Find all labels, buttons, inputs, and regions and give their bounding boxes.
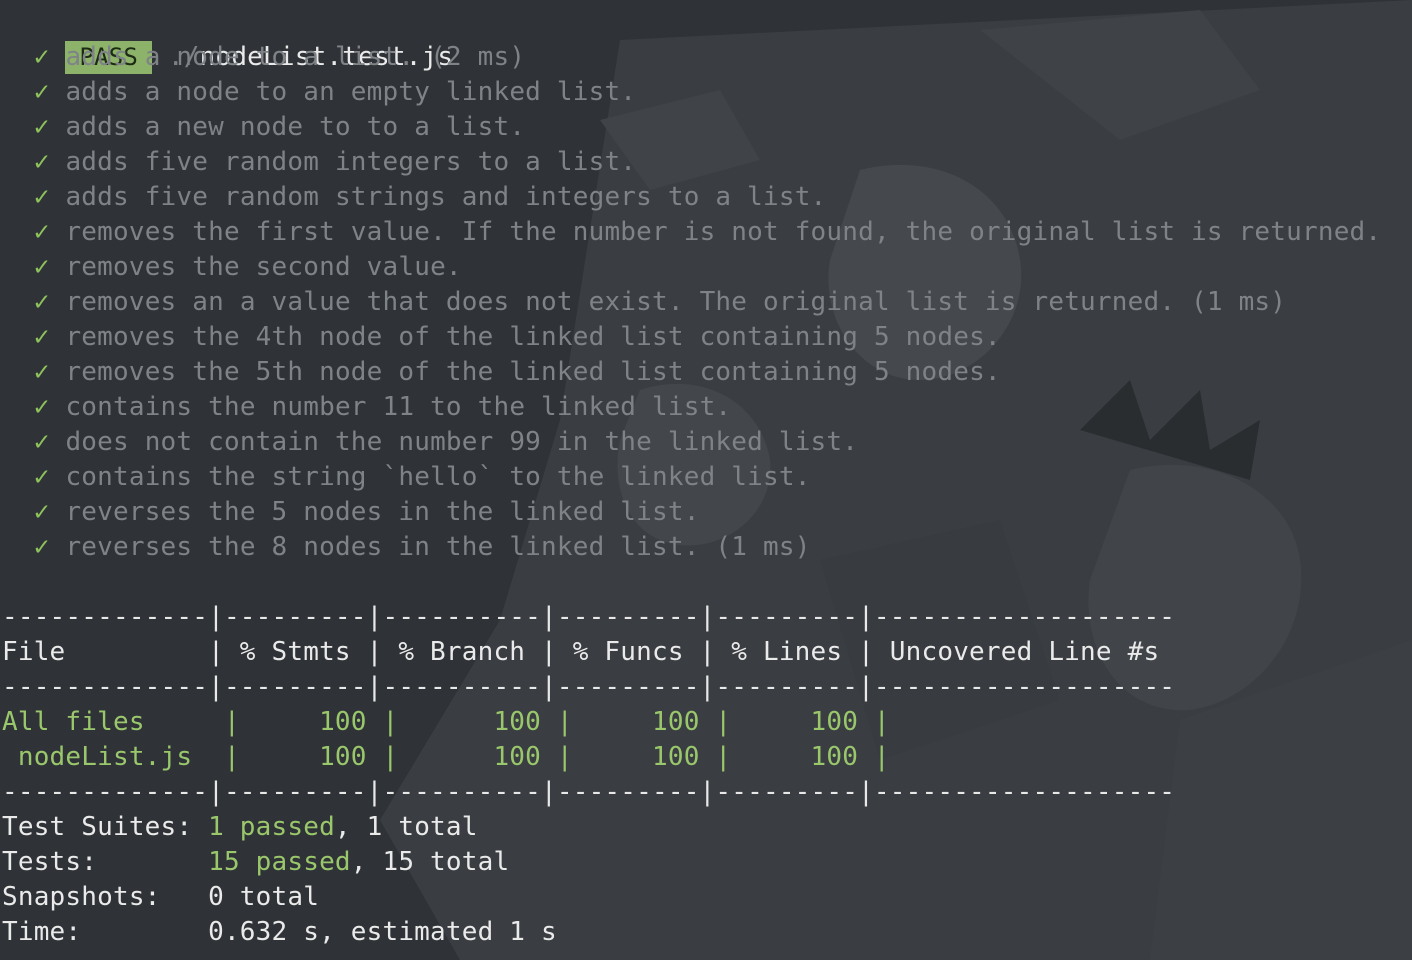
coverage-values: | 100 | 100 | 100 | 100 | (208, 707, 1191, 737)
test-name: contains the number 11 to the linked lis… (65, 392, 732, 422)
summary-tests: Tests: 15 passed, 15 total (2, 845, 509, 880)
test-result-row: ✓ adds a node to a list. (2 ms) (2, 40, 525, 75)
check-icon: ✓ (33, 287, 50, 317)
test-name: reverses the 8 nodes in the linked list.… (65, 532, 811, 562)
check-icon: ✓ (33, 532, 50, 562)
summary-time: Time: 0.632 s, estimated 1 s (2, 915, 557, 950)
test-result-row: ✓ adds five random integers to a list. (2, 145, 636, 180)
test-name: adds a new node to to a list. (65, 112, 526, 142)
summary-value: 0.632 s, estimated 1 s (208, 917, 557, 947)
summary-label: Time: (2, 917, 209, 947)
coverage-row-nodelist: nodeList.js | 100 | 100 | 100 | 100 | (2, 740, 1191, 775)
test-name: reverses the 5 nodes in the linked list. (65, 497, 700, 527)
test-name: removes the 5th node of the linked list … (65, 357, 1001, 387)
check-icon: ✓ (33, 182, 50, 212)
test-name: adds a node to a list. (2 ms) (65, 42, 526, 72)
test-result-row: ✓ adds five random strings and integers … (2, 180, 826, 215)
summary-total: , 1 total (334, 812, 478, 842)
test-file-header: PASS ./nodeList.test.js (2, 5, 453, 74)
coverage-separator: -------------|---------|----------|-----… (2, 672, 1176, 702)
test-result-row: ✓ removes the second value. (2, 250, 462, 285)
summary-label: Test Suites: (2, 812, 209, 842)
check-icon: ✓ (33, 392, 50, 422)
summary-passed: 15 passed (208, 847, 351, 877)
check-icon: ✓ (33, 217, 50, 247)
test-name: adds five random strings and integers to… (65, 182, 827, 212)
test-result-row: ✓ adds a new node to to a list. (2, 110, 525, 145)
summary-total: , 15 total (350, 847, 510, 877)
check-icon: ✓ (33, 497, 50, 527)
coverage-separator: -------------|---------|----------|-----… (2, 602, 1176, 632)
test-name: removes an a value that does not exist. … (65, 287, 1287, 317)
test-result-row: ✓ does not contain the number 99 in the … (2, 425, 858, 460)
check-icon: ✓ (33, 427, 50, 457)
test-name: contains the string `hello` to the linke… (65, 462, 811, 492)
check-icon: ✓ (33, 147, 50, 177)
summary-test-suites: Test Suites: 1 passed, 1 total (2, 810, 478, 845)
test-result-row: ✓ removes the 4th node of the linked lis… (2, 320, 1001, 355)
test-name: adds five random integers to a list. (65, 147, 637, 177)
summary-snapshots: Snapshots: 0 total (2, 880, 319, 915)
test-result-row: ✓ reverses the 5 nodes in the linked lis… (2, 495, 700, 530)
coverage-values: | 100 | 100 | 100 | 100 | (208, 742, 1191, 772)
coverage-separator: -------------|---------|----------|-----… (2, 777, 1176, 807)
test-result-row: ✓ adds a node to an empty linked list. (2, 75, 636, 110)
summary-label: Snapshots: (2, 882, 209, 912)
coverage-header-row: File | % Stmts | % Branch | % Funcs | % … (2, 637, 1176, 667)
summary-passed: 1 passed (208, 812, 335, 842)
test-name: removes the second value. (65, 252, 462, 282)
check-icon: ✓ (33, 357, 50, 387)
check-icon: ✓ (33, 252, 50, 282)
test-name: adds a node to an empty linked list. (65, 77, 637, 107)
terminal-output: PASS ./nodeList.test.js ✓ adds a node to… (0, 0, 1412, 960)
test-name: does not contain the number 99 in the li… (65, 427, 859, 457)
summary-label: Tests: (2, 847, 209, 877)
check-icon: ✓ (33, 42, 50, 72)
summary-value: 0 total (208, 882, 320, 912)
check-icon: ✓ (33, 77, 50, 107)
test-result-row: ✓ removes the 5th node of the linked lis… (2, 355, 1001, 390)
test-name: removes the 4th node of the linked list … (65, 322, 1001, 352)
check-icon: ✓ (33, 322, 50, 352)
coverage-file-name: All files (2, 707, 209, 737)
test-result-row: ✓ reverses the 8 nodes in the linked lis… (2, 530, 811, 565)
test-result-row: ✓ removes the first value. If the number… (2, 215, 1381, 250)
test-result-row: ✓ contains the number 11 to the linked l… (2, 390, 731, 425)
test-result-row: ✓ contains the string `hello` to the lin… (2, 460, 811, 495)
check-icon: ✓ (33, 462, 50, 492)
test-name: removes the first value. If the number i… (65, 217, 1382, 247)
test-result-row: ✓ removes an a value that does not exist… (2, 285, 1286, 320)
coverage-row-all-files: All files | 100 | 100 | 100 | 100 | (2, 705, 1191, 740)
coverage-file-name: nodeList.js (2, 742, 209, 772)
check-icon: ✓ (33, 112, 50, 142)
